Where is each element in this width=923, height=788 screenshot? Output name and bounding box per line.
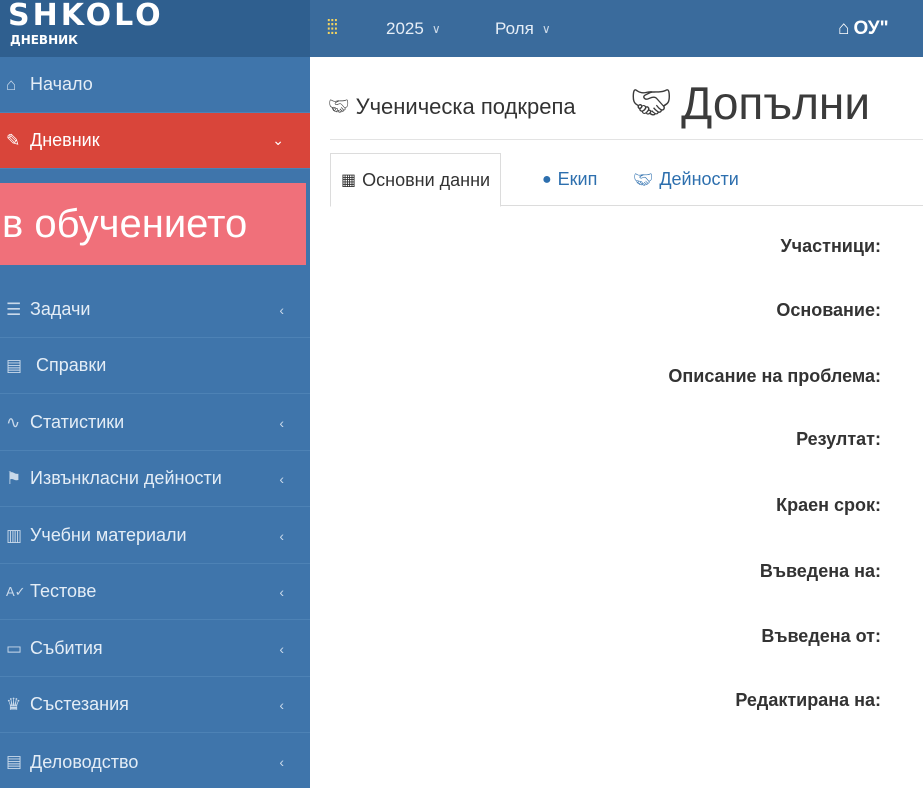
sidebar-item-statistics[interactable]: ∿ Статистики ‹ xyxy=(0,395,310,451)
edit-icon: ✎ xyxy=(6,130,21,150)
year-label: 2025 xyxy=(386,18,424,38)
sidebar-item-tasks[interactable]: ☰ Задачи ‹ xyxy=(0,282,310,338)
sidebar-item-label: Статистики xyxy=(30,412,125,432)
divider xyxy=(330,139,923,140)
sidebar-item-competitions[interactable]: ♛ Състезания ‹ xyxy=(0,677,310,733)
zoomed-highlight: в обучението xyxy=(0,183,306,265)
handshake-icon: 🤝︎ xyxy=(630,84,674,122)
sidebar-item-label: Състезания xyxy=(30,694,129,714)
field-label-deadline: Краен срок: xyxy=(776,495,881,515)
trophy-icon: ♛ xyxy=(6,694,22,714)
sidebar-item-label: Учебни материали xyxy=(30,525,187,545)
home-icon: ⌂ xyxy=(6,74,17,94)
handshake-icon: 🤝︎ xyxy=(633,171,654,189)
sidebar-item-label: Деловодство xyxy=(30,751,139,772)
chevron-down-icon: ∨ xyxy=(541,21,551,36)
books-icon: ▥ xyxy=(6,525,23,545)
chevron-left-icon: ‹ xyxy=(279,414,284,431)
zoomed-title: 🤝︎ Допълни xyxy=(630,71,870,135)
document-icon: ▤ xyxy=(6,752,23,771)
field-label-entered-by: Въведена от: xyxy=(761,626,881,646)
sidebar-item-label: Събития xyxy=(30,638,103,658)
running-icon: ⚑ xyxy=(6,468,22,488)
handshake-icon: 🤝︎ xyxy=(328,97,350,116)
sidebar-item-records[interactable]: ▤ Деловодство ‹ xyxy=(0,734,310,788)
sidebar-item-label: Справки xyxy=(36,355,107,375)
sidebar-item-label: Начало xyxy=(30,74,93,94)
tab-label: Екип xyxy=(557,169,598,189)
chevron-left-icon: ‹ xyxy=(279,696,284,713)
year-dropdown[interactable]: 2025 ∨ xyxy=(386,0,441,57)
chevron-left-icon: ‹ xyxy=(279,301,284,318)
tab-label: Основни данни xyxy=(362,169,491,190)
zoomed-highlight-text: в обучението xyxy=(2,201,248,246)
tab-bar: ▦ Основни данни ● Екип 🤝︎ Дейности xyxy=(330,153,923,207)
chevron-left-icon: ‹ xyxy=(279,527,284,544)
chevron-down-icon: ∨ xyxy=(431,21,441,36)
field-label-result: Резултат: xyxy=(796,429,881,449)
chevron-left-icon: ‹ xyxy=(279,754,284,770)
calendar-icon: ▭ xyxy=(6,638,23,658)
report-icon: ▤ xyxy=(6,355,23,375)
sidebar-item-label: Задачи xyxy=(30,299,91,319)
sidebar-item-materials[interactable]: ▥ Учебни материали ‹ xyxy=(0,508,310,564)
grid-icon: ▦ xyxy=(341,172,357,189)
sidebar: ⌂ Начало ✎ Дневник ⌄ в обучението ☰ Зада… xyxy=(0,57,310,788)
sidebar-item-events[interactable]: ▭ Събития ‹ xyxy=(0,621,310,677)
role-label: Роля xyxy=(495,18,534,38)
user-icon: ● xyxy=(542,170,552,188)
field-label-edited-on: Редактирана на: xyxy=(735,690,881,710)
chevron-left-icon: ‹ xyxy=(279,470,284,487)
school-label: ОУ" xyxy=(853,17,889,39)
tab-team[interactable]: ● Екип xyxy=(542,153,597,206)
tab-basic-data[interactable]: ▦ Основни данни xyxy=(330,153,502,207)
zoomed-title-text: Допълни xyxy=(681,77,871,129)
chart-icon: ∿ xyxy=(6,412,21,432)
sidebar-item-label: Тестове xyxy=(30,581,97,601)
role-dropdown[interactable]: Роля ∨ xyxy=(495,0,551,57)
tasks-icon: ☰ xyxy=(6,299,22,319)
page-title: 🤝︎ Ученическа подкрепа xyxy=(328,87,576,127)
field-label-participants: Участници: xyxy=(780,236,881,256)
page-title-text: Ученическа подкрепа xyxy=(355,94,576,119)
spellcheck-icon: A✓ xyxy=(6,583,26,599)
sidebar-item-home[interactable]: ⌂ Начало xyxy=(0,57,310,113)
top-bar: SHKOLO ДНЕВНИК ⁞⁞⁞ 2025 ∨ Роля ∨ ⌂ ОУ" xyxy=(0,0,923,57)
tab-label: Дейности xyxy=(659,169,739,189)
sidebar-item-tests[interactable]: A✓ Тестове ‹ xyxy=(0,564,310,620)
logo[interactable]: SHKOLO ДНЕВНИК xyxy=(0,0,310,57)
field-label-problem-description: Описание на проблема: xyxy=(668,366,881,386)
field-label-entered-on: Въведена на: xyxy=(759,561,881,581)
chevron-down-icon: ⌄ xyxy=(272,132,284,148)
school-menu[interactable]: ⌂ ОУ" xyxy=(838,0,889,57)
school-icon: ⌂ xyxy=(838,17,850,39)
tab-activities[interactable]: 🤝︎ Дейности xyxy=(633,153,739,206)
logo-subtitle: ДНЕВНИК xyxy=(10,33,78,47)
apps-grid-icon[interactable]: ⁞⁞⁞ xyxy=(326,0,339,57)
sidebar-item-label: Дневник xyxy=(30,130,100,150)
chevron-left-icon: ‹ xyxy=(279,640,284,657)
sidebar-item-label: Извънкласни дейности xyxy=(30,468,222,488)
main-content: 🤝︎ Ученическа подкрепа 🤝︎ Допълни ▦ Осно… xyxy=(310,57,923,788)
sidebar-item-extracurricular[interactable]: ⚑ Извънкласни дейности ‹ xyxy=(0,451,310,507)
field-label-basis: Основание: xyxy=(776,300,881,320)
sidebar-item-diary[interactable]: ✎ Дневник ⌄ xyxy=(0,113,310,169)
logo-word: SHKOLO xyxy=(8,0,164,33)
chevron-left-icon: ‹ xyxy=(279,583,284,600)
sidebar-item-reports[interactable]: ▤ Справки xyxy=(0,338,310,394)
